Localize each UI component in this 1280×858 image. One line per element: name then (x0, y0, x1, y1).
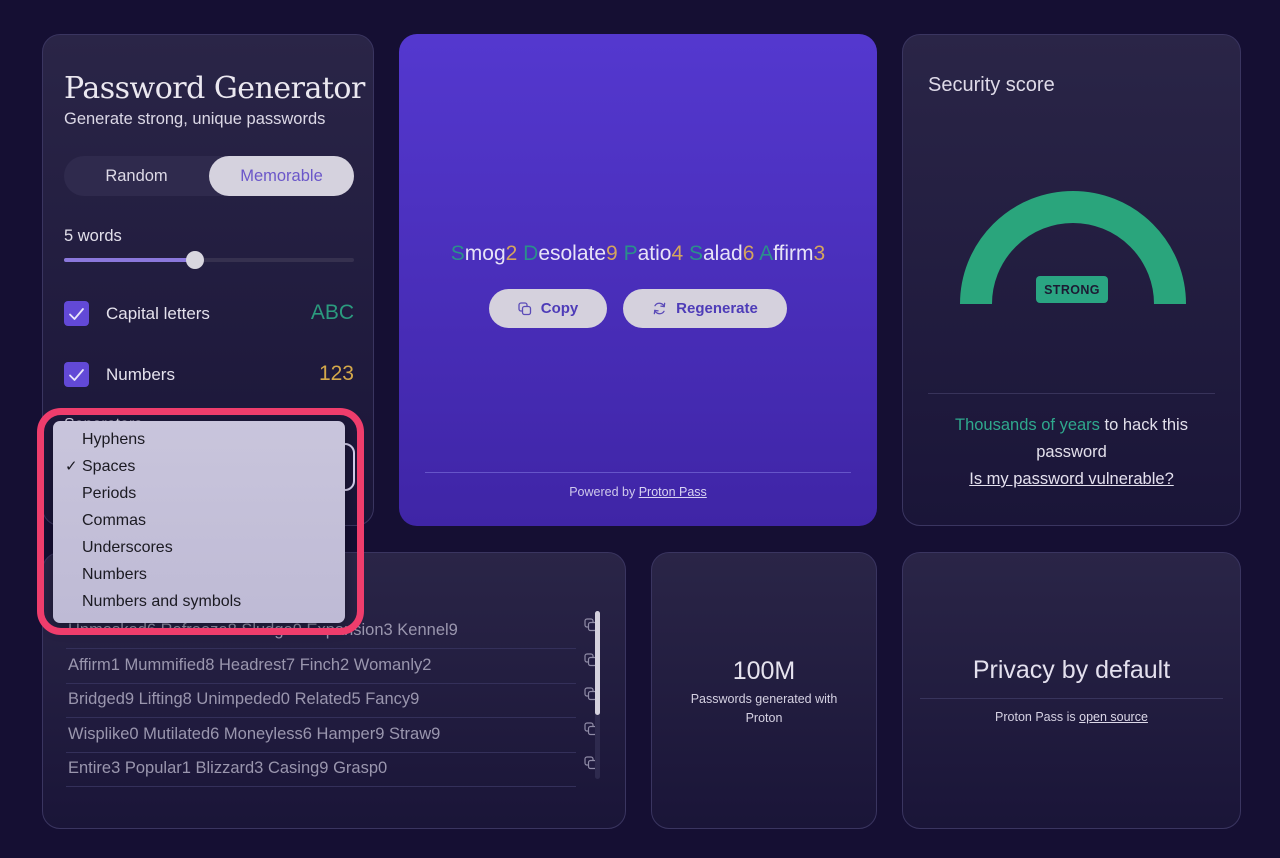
copy-button[interactable]: Copy (489, 289, 607, 328)
divider (425, 472, 851, 473)
numbers-sample: 123 (318, 362, 354, 385)
copy-icon (518, 301, 531, 315)
strength-badge: STRONG (1036, 276, 1108, 303)
privacy-title: Privacy by default (972, 656, 1171, 684)
word-body: esolate (538, 242, 607, 265)
open-source-link[interactable]: open source (1079, 710, 1148, 724)
capital-letters-sample: ABC (310, 301, 354, 324)
slider-thumb[interactable] (185, 251, 204, 269)
password-word: Affirm3 (759, 242, 825, 265)
word-body: mog (464, 242, 506, 265)
capital-letters-label: Capital letters (106, 304, 210, 323)
separator-option[interactable]: Periods (53, 482, 345, 509)
history-row: Affirm1 Mummified8 Headrest7 Finch2 Woma… (66, 650, 598, 684)
option-label: Numbers (82, 566, 147, 583)
history-password: Entire3 Popular1 Blizzard3 Casing9 Grasp… (68, 759, 388, 777)
word-number: 2 (505, 242, 518, 265)
divider (928, 393, 1215, 394)
stat-caption: Passwords generated with Proton (690, 692, 838, 725)
proton-pass-link[interactable]: Proton Pass (639, 485, 707, 499)
security-score-card: Security score STRONG Thousands of years… (902, 34, 1241, 526)
word-capital: S (688, 242, 703, 265)
security-score-title: Security score (928, 74, 1055, 96)
check-icon (69, 307, 84, 320)
privacy-card: Privacy by default Proton Pass is open s… (902, 552, 1241, 829)
separator-option[interactable]: Commas (53, 509, 345, 536)
generated-password: Smog2 Desolate9 Patio4 Salad6 Affirm3 (399, 242, 877, 266)
option-label: Commas (82, 512, 147, 529)
powered-by: Powered by Proton Pass (399, 485, 877, 499)
slider-fill (64, 258, 195, 262)
page-title: Password Generator (64, 71, 365, 106)
word-count-label: 5 words (64, 227, 122, 245)
capital-letters-checkbox[interactable] (64, 301, 89, 326)
separator-option[interactable]: Hyphens (53, 428, 345, 455)
word-number: 6 (742, 242, 755, 265)
privacy-text: Proton Pass is open source (903, 710, 1240, 724)
option-label: Hyphens (82, 431, 146, 448)
option-capital-letters: Capital letters ABC (64, 301, 354, 327)
word-capital: D (523, 242, 539, 265)
page-subtitle: Generate strong, unique passwords (64, 110, 326, 128)
word-body: ffirm (773, 242, 814, 265)
word-number: 9 (606, 242, 618, 265)
option-label: Periods (82, 485, 137, 502)
password-card: Smog2 Desolate9 Patio4 Salad6 Affirm3 Co… (399, 34, 877, 526)
option-label: Underscores (82, 539, 173, 556)
separator-option[interactable]: Numbers (53, 563, 345, 590)
separator-option[interactable]: ✓ Spaces (53, 455, 345, 482)
privacy-text-label: Proton Pass is (995, 710, 1076, 724)
numbers-label: Numbers (106, 365, 175, 384)
history-password: Affirm1 Mummified8 Headrest7 Finch2 Woma… (68, 655, 432, 674)
option-label: Spaces (82, 458, 136, 475)
crack-time-highlight: Thousands of years (955, 416, 1100, 434)
separator-option[interactable]: Underscores (53, 536, 345, 563)
word-body: alad (703, 242, 743, 265)
stat-value: 100M (732, 657, 796, 685)
history-password: Bridged9 Lifting8 Unimpeded0 Related5 Fa… (68, 690, 420, 708)
word-capital: A (759, 242, 774, 265)
regenerate-button[interactable]: Regenerate (623, 289, 787, 328)
password-word: Patio4 (624, 242, 684, 265)
crack-time-message: Thousands of years to hack this password… (933, 412, 1210, 493)
option-numbers: Numbers 123 (64, 362, 354, 388)
password-word: Desolate9 (523, 242, 618, 265)
separator-dropdown-menu: Hyphens ✓ Spaces Periods Commas Underscores Nu… (53, 421, 345, 623)
numbers-checkbox[interactable] (64, 362, 89, 387)
mode-random-button[interactable]: Random (64, 156, 209, 196)
regenerate-label: Regenerate (676, 300, 758, 317)
vulnerable-link[interactable]: Is my password vulnerable? (933, 466, 1210, 493)
history-row: Wisplike0 Mutilated6 Moneyless6 Hamper9 … (66, 719, 598, 753)
divider (920, 698, 1223, 699)
history-password: Wisplike0 Mutilated6 Moneyless6 Hamper9 … (68, 724, 441, 743)
history-row: Entire3 Popular1 Blizzard3 Casing9 Grasp… (66, 753, 598, 787)
history-scrollbar[interactable] (595, 611, 600, 779)
copy-label: Copy (540, 300, 579, 317)
powered-by-text: Powered by (569, 485, 636, 499)
separator-option[interactable]: Numbers and symbols (53, 590, 345, 617)
option-label: Numbers and symbols (82, 593, 242, 610)
password-word: Smog2 (451, 242, 518, 265)
word-number: 3 (813, 242, 826, 265)
scrollbar-thumb[interactable] (595, 611, 600, 715)
check-icon (69, 368, 84, 381)
word-number: 4 (671, 242, 684, 265)
word-body: atio (637, 242, 672, 265)
mode-toggle: Random Memorable (64, 156, 354, 196)
check-icon: ✓ (65, 458, 78, 475)
mode-memorable-button[interactable]: Memorable (209, 156, 354, 196)
word-count-slider[interactable] (64, 251, 354, 269)
history-password: Unmasked6 Refreeze8 Sludge9 Expansion3 K… (68, 621, 458, 639)
password-word: Salad6 (689, 242, 754, 265)
word-capital: S (450, 242, 465, 265)
refresh-icon (653, 302, 666, 315)
stats-card: 100M Passwords generated with Proton (651, 552, 877, 829)
history-row: Bridged9 Lifting8 Unimpeded0 Related5 Fa… (66, 684, 598, 718)
word-capital: P (623, 242, 638, 265)
